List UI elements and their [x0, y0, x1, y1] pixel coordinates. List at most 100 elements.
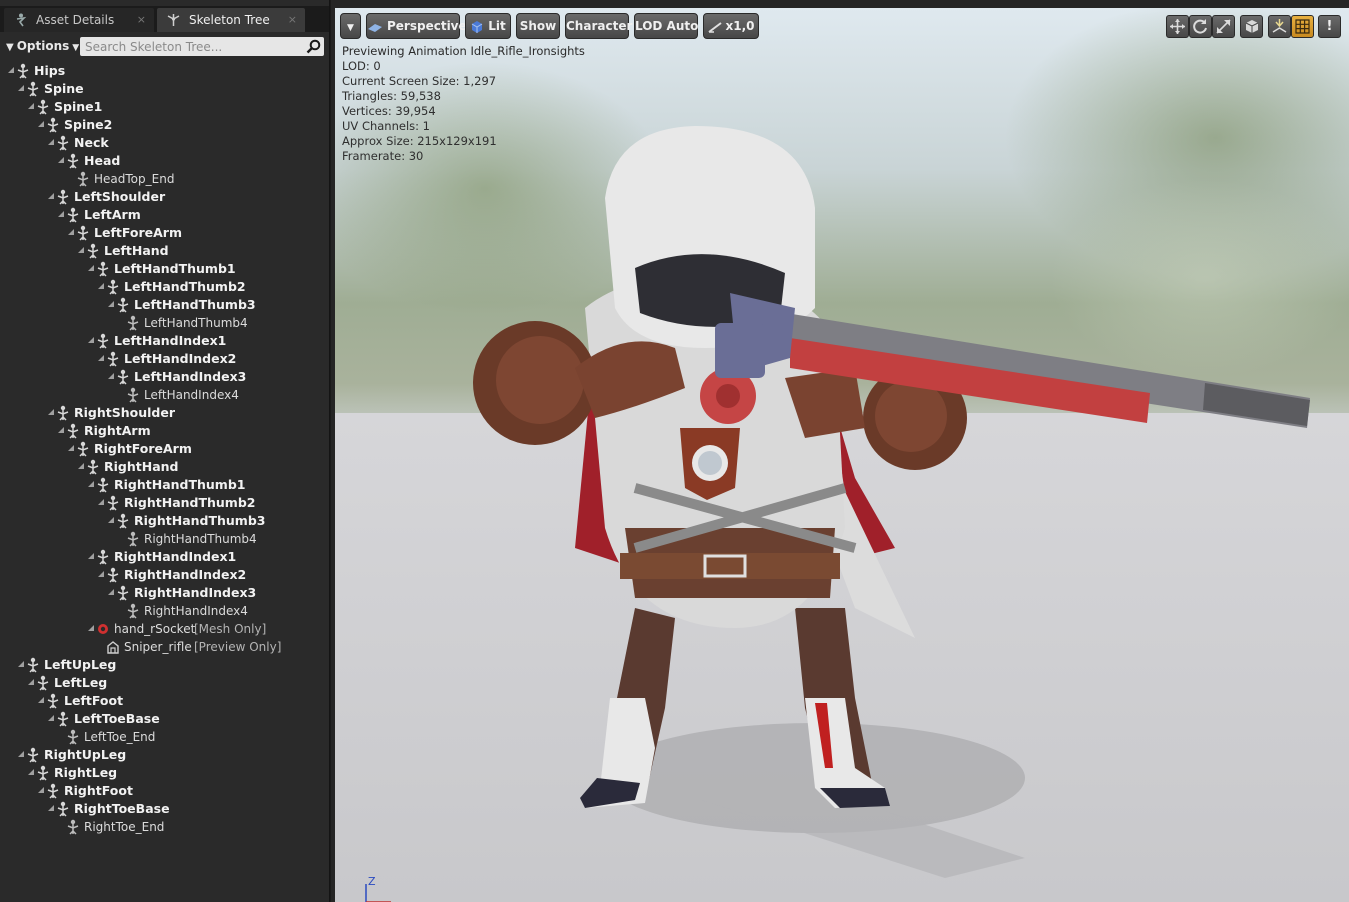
preview-viewport[interactable]: ▼ Perspective Lit Show Character LOD Aut…: [335, 8, 1349, 902]
tree-row[interactable]: RightFoot: [0, 782, 329, 800]
expand-arrow-icon[interactable]: [98, 355, 104, 361]
tree-row[interactable]: LeftHandIndex3: [0, 368, 329, 386]
expand-arrow-icon[interactable]: [28, 769, 34, 775]
expand-arrow-icon[interactable]: [28, 103, 34, 109]
rotate-button[interactable]: [1189, 15, 1212, 38]
close-icon[interactable]: ×: [137, 8, 146, 32]
tree-row[interactable]: RightToe_End: [0, 818, 329, 836]
tree-row[interactable]: RightShoulder: [0, 404, 329, 422]
expand-arrow-icon[interactable]: [78, 247, 84, 253]
character-button[interactable]: Character: [565, 13, 632, 39]
expand-arrow-icon[interactable]: [18, 85, 24, 91]
tree-row[interactable]: LeftArm: [0, 206, 329, 224]
expand-arrow-icon[interactable]: [18, 751, 24, 757]
tree-row[interactable]: LeftHand: [0, 242, 329, 260]
expand-arrow-icon[interactable]: [48, 139, 54, 145]
expand-arrow-icon[interactable]: [108, 517, 114, 523]
tab-asset-details[interactable]: Asset Details ×: [4, 8, 154, 32]
expand-arrow-icon[interactable]: [108, 589, 114, 595]
tree-row[interactable]: RightLeg: [0, 764, 329, 782]
lod-button[interactable]: LOD Auto: [634, 13, 698, 39]
tree-row[interactable]: RightHandIndex2: [0, 566, 329, 584]
expand-arrow-icon[interactable]: [48, 715, 54, 721]
tree-row[interactable]: LeftHandIndex1: [0, 332, 329, 350]
surface-snap-button[interactable]: [1268, 15, 1291, 38]
tree-row[interactable]: Hips: [0, 62, 329, 80]
expand-arrow-icon[interactable]: [88, 625, 94, 631]
coordinate-space-button[interactable]: [1240, 15, 1263, 38]
tree-row[interactable]: HeadTop_End: [0, 170, 329, 188]
expand-arrow-icon[interactable]: [8, 67, 14, 73]
grid-snap-button[interactable]: [1291, 15, 1314, 38]
expand-arrow-icon[interactable]: [58, 427, 64, 433]
tree-row[interactable]: RightHandThumb4: [0, 530, 329, 548]
tree-row[interactable]: LeftHandThumb3: [0, 296, 329, 314]
tree-row[interactable]: LeftHandThumb2: [0, 278, 329, 296]
expand-arrow-icon[interactable]: [108, 301, 114, 307]
tree-row[interactable]: Spine1: [0, 98, 329, 116]
tree-row[interactable]: LeftHandIndex4: [0, 386, 329, 404]
show-button[interactable]: Show: [516, 13, 560, 39]
expand-arrow-icon[interactable]: [108, 373, 114, 379]
expand-arrow-icon[interactable]: [48, 805, 54, 811]
expand-arrow-icon[interactable]: [98, 571, 104, 577]
expand-arrow-icon[interactable]: [38, 121, 44, 127]
tree-row[interactable]: Spine2: [0, 116, 329, 134]
tree-row[interactable]: RightToeBase: [0, 800, 329, 818]
perspective-button[interactable]: Perspective: [366, 13, 467, 39]
tree-row[interactable]: LeftToe_End: [0, 728, 329, 746]
expand-arrow-icon[interactable]: [88, 553, 94, 559]
expand-arrow-icon[interactable]: [38, 697, 44, 703]
tree-row[interactable]: LeftToeBase: [0, 710, 329, 728]
lit-button[interactable]: Lit: [465, 13, 511, 39]
playback-speed-button[interactable]: x1,0: [703, 13, 759, 39]
tree-row[interactable]: LeftHandThumb4: [0, 314, 329, 332]
tree-row[interactable]: LeftUpLeg: [0, 656, 329, 674]
expand-arrow-icon[interactable]: [28, 679, 34, 685]
expand-arrow-icon[interactable]: [68, 445, 74, 451]
transform-button[interactable]: [1166, 15, 1189, 38]
tree-row[interactable]: LeftHandThumb1: [0, 260, 329, 278]
expand-arrow-icon[interactable]: [58, 211, 64, 217]
tree-row[interactable]: RightArm: [0, 422, 329, 440]
tree-row[interactable]: LeftLeg: [0, 674, 329, 692]
tree-row[interactable]: RightHandThumb2: [0, 494, 329, 512]
tree-row[interactable]: LeftHandIndex2: [0, 350, 329, 368]
tree-row[interactable]: Spine: [0, 80, 329, 98]
tree-row[interactable]: hand_rSocket [Mesh Only]: [0, 620, 329, 638]
expand-arrow-icon[interactable]: [58, 157, 64, 163]
expand-arrow-icon[interactable]: [48, 409, 54, 415]
tree-row[interactable]: LeftForeArm: [0, 224, 329, 242]
expand-arrow-icon[interactable]: [88, 265, 94, 271]
tree-row[interactable]: RightHandThumb1: [0, 476, 329, 494]
tree-row[interactable]: LeftShoulder: [0, 188, 329, 206]
options-button[interactable]: ▼ Options ▼: [6, 38, 79, 55]
expand-arrow-icon[interactable]: [18, 661, 24, 667]
tree-row[interactable]: Neck: [0, 134, 329, 152]
tree-row[interactable]: Sniper_rifle [Preview Only]: [0, 638, 329, 656]
tree-row[interactable]: RightHandIndex4: [0, 602, 329, 620]
close-icon[interactable]: ×: [288, 8, 297, 32]
search-icon[interactable]: [306, 39, 321, 54]
expand-arrow-icon[interactable]: [48, 193, 54, 199]
tree-row[interactable]: LeftFoot: [0, 692, 329, 710]
scale-button[interactable]: [1212, 15, 1235, 38]
expand-arrow-icon[interactable]: [88, 481, 94, 487]
tree-row[interactable]: RightHandIndex3: [0, 584, 329, 602]
expand-arrow-icon[interactable]: [38, 787, 44, 793]
expand-arrow-icon[interactable]: [88, 337, 94, 343]
tab-skeleton-tree[interactable]: Skeleton Tree ×: [157, 8, 305, 32]
tree-row[interactable]: RightHand: [0, 458, 329, 476]
search-input[interactable]: [80, 37, 305, 56]
tree-row[interactable]: RightUpLeg: [0, 746, 329, 764]
expand-arrow-icon[interactable]: [78, 463, 84, 469]
tree-row[interactable]: Head: [0, 152, 329, 170]
viewport-menu-button[interactable]: ▼: [340, 13, 361, 39]
tree-row[interactable]: RightForeArm: [0, 440, 329, 458]
expand-arrow-icon[interactable]: [98, 499, 104, 505]
tree-row[interactable]: RightHandIndex1: [0, 548, 329, 566]
expand-arrow-icon[interactable]: [98, 283, 104, 289]
tree-row[interactable]: RightHandThumb3: [0, 512, 329, 530]
warning-button[interactable]: !: [1318, 15, 1341, 38]
expand-arrow-icon[interactable]: [68, 229, 74, 235]
